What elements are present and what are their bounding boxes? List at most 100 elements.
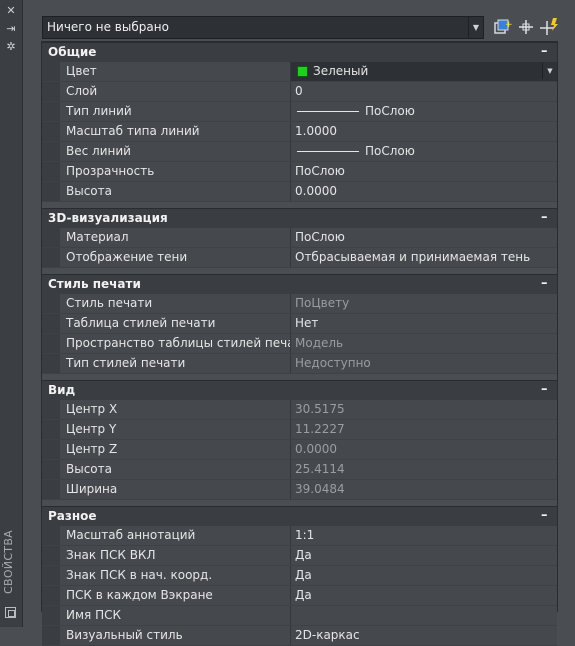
property-row-view-height: Высота 25.4114 — [42, 460, 557, 480]
property-row-center-y: Центр Y 11.2227 — [42, 420, 557, 440]
property-value[interactable]: 0 — [291, 82, 557, 101]
property-label: Тип стилей печати — [60, 354, 291, 373]
svg-text:+: + — [505, 20, 513, 30]
property-value-linetype[interactable]: ПоСлою — [291, 102, 557, 121]
section-general[interactable]: Общие – — [42, 42, 557, 62]
row-gutter — [42, 420, 60, 439]
row-gutter — [42, 82, 60, 101]
property-value: 30.5175 — [291, 400, 557, 419]
row-gutter — [42, 162, 60, 181]
chevron-down-icon[interactable]: ▼ — [542, 63, 557, 79]
close-icon[interactable]: ✕ — [0, 5, 22, 17]
palette-title-strip: ✕ ⇥ ✲ СВОЙСТВА — [0, 0, 23, 627]
property-row-shadow-display[interactable]: Отображение тени Отбрасываемая и принима… — [42, 248, 557, 268]
properties-settings-icon[interactable]: ✲ — [0, 41, 22, 53]
property-label: Вес линий — [60, 142, 291, 161]
property-value: 25.4114 — [291, 460, 557, 479]
property-value[interactable] — [291, 606, 557, 625]
property-row-ucs-per-viewport[interactable]: ПСК в каждом Вэкране Да — [42, 586, 557, 606]
section-plot-style[interactable]: Стиль печати – — [42, 274, 557, 294]
property-label: Знак ПСК ВКЛ — [60, 546, 291, 565]
section-view-title: Вид — [48, 383, 76, 397]
property-value-color[interactable]: Зеленый ▼ — [291, 62, 557, 81]
autohide-icon[interactable]: ⇥ — [0, 23, 22, 35]
property-label: Тип линий — [60, 102, 291, 121]
property-value[interactable]: 2D-каркас — [291, 626, 557, 645]
property-value[interactable]: Нет — [291, 314, 557, 333]
palette-menu-icon[interactable] — [5, 607, 16, 618]
collapse-icon[interactable]: – — [541, 382, 551, 397]
section-3d-title: 3D-визуализация — [48, 211, 168, 225]
property-value[interactable]: ПоСлою — [291, 228, 557, 247]
property-row-color[interactable]: Цвет Зеленый ▼ — [42, 62, 557, 82]
property-row-layer[interactable]: Слой 0 — [42, 82, 557, 102]
property-label: Масштаб типа линий — [60, 122, 291, 141]
property-value[interactable]: 0.0000 — [291, 182, 557, 201]
property-label: Материал — [60, 228, 291, 247]
property-row-ucs-name[interactable]: Имя ПСК — [42, 606, 557, 626]
property-label: Имя ПСК — [60, 606, 291, 625]
linetype-value-text: ПоСлою — [365, 104, 415, 118]
property-label: Высота — [60, 460, 291, 479]
property-label: Центр Y — [60, 420, 291, 439]
property-row-ucs-icon-origin[interactable]: Знак ПСК в нач. коорд. Да — [42, 566, 557, 586]
property-value-lineweight[interactable]: ПоСлою — [291, 142, 557, 161]
collapse-icon[interactable]: – — [541, 210, 551, 225]
property-value[interactable]: Да — [291, 586, 557, 605]
property-value[interactable]: 1:1 — [291, 526, 557, 545]
row-gutter — [42, 122, 60, 141]
collapse-icon[interactable]: – — [541, 508, 551, 523]
property-value[interactable]: 1.0000 — [291, 122, 557, 141]
object-type-dropdown[interactable]: Ничего не выбрано ▼ — [42, 16, 484, 39]
property-row-linetype[interactable]: Тип линий ПоСлою — [42, 102, 557, 122]
property-row-visual-style[interactable]: Визуальный стиль 2D-каркас — [42, 626, 557, 646]
chevron-down-icon[interactable]: ▼ — [468, 17, 483, 38]
property-row-lineweight[interactable]: Вес линий ПоСлою — [42, 142, 557, 162]
select-objects-icon[interactable] — [515, 17, 537, 37]
property-label: Центр Z — [60, 440, 291, 459]
row-gutter — [42, 526, 60, 545]
section-general-title: Общие — [48, 45, 97, 59]
quick-select-icon[interactable] — [538, 17, 560, 37]
property-label: Цвет — [60, 62, 291, 81]
collapse-icon[interactable]: – — [541, 276, 551, 291]
section-3d-visualization[interactable]: 3D-визуализация – — [42, 208, 557, 228]
row-gutter — [42, 606, 60, 625]
property-row-view-width: Ширина 39.0484 — [42, 480, 557, 500]
row-gutter — [42, 440, 60, 459]
row-gutter — [42, 182, 60, 201]
property-row-plot-style-table[interactable]: Таблица стилей печати Нет — [42, 314, 557, 334]
property-row-center-x: Центр X 30.5175 — [42, 400, 557, 420]
property-value[interactable]: ПоСлою — [291, 162, 557, 181]
toggle-pickadd-icon[interactable]: + — [492, 17, 514, 37]
property-value[interactable]: Отбрасываемая и принимаемая тень — [291, 248, 557, 267]
property-row-transparency[interactable]: Прозрачность ПоСлою — [42, 162, 557, 182]
property-value: 39.0484 — [291, 480, 557, 499]
property-row-ucs-icon-on[interactable]: Знак ПСК ВКЛ Да — [42, 546, 557, 566]
property-row-plot-table-space: Пространство таблицы стилей печати Модел… — [42, 334, 557, 354]
section-misc[interactable]: Разное – — [42, 506, 557, 526]
property-row-center-z: Центр Z 0.0000 — [42, 440, 557, 460]
property-value[interactable]: Да — [291, 546, 557, 565]
property-row-annotation-scale[interactable]: Масштаб аннотаций 1:1 — [42, 526, 557, 546]
row-gutter — [42, 586, 60, 605]
row-gutter — [42, 566, 60, 585]
property-value[interactable]: Да — [291, 566, 557, 585]
property-label: Ширина — [60, 480, 291, 499]
property-label: Прозрачность — [60, 162, 291, 181]
row-gutter — [42, 334, 60, 353]
section-plot-title: Стиль печати — [48, 277, 141, 291]
property-label: Слой — [60, 82, 291, 101]
row-gutter — [42, 546, 60, 565]
property-label: Отображение тени — [60, 248, 291, 267]
section-view[interactable]: Вид – — [42, 380, 557, 400]
property-row-material[interactable]: Материал ПоСлою — [42, 228, 557, 248]
property-label: Масштаб аннотаций — [60, 526, 291, 545]
property-row-thickness[interactable]: Высота 0.0000 — [42, 182, 557, 202]
collapse-icon[interactable]: – — [541, 44, 551, 59]
property-row-linetype-scale[interactable]: Масштаб типа линий 1.0000 — [42, 122, 557, 142]
property-label: ПСК в каждом Вэкране — [60, 586, 291, 605]
property-value: 0.0000 — [291, 440, 557, 459]
object-type-value: Ничего не выбрано — [47, 20, 169, 34]
color-swatch-icon — [297, 66, 308, 77]
